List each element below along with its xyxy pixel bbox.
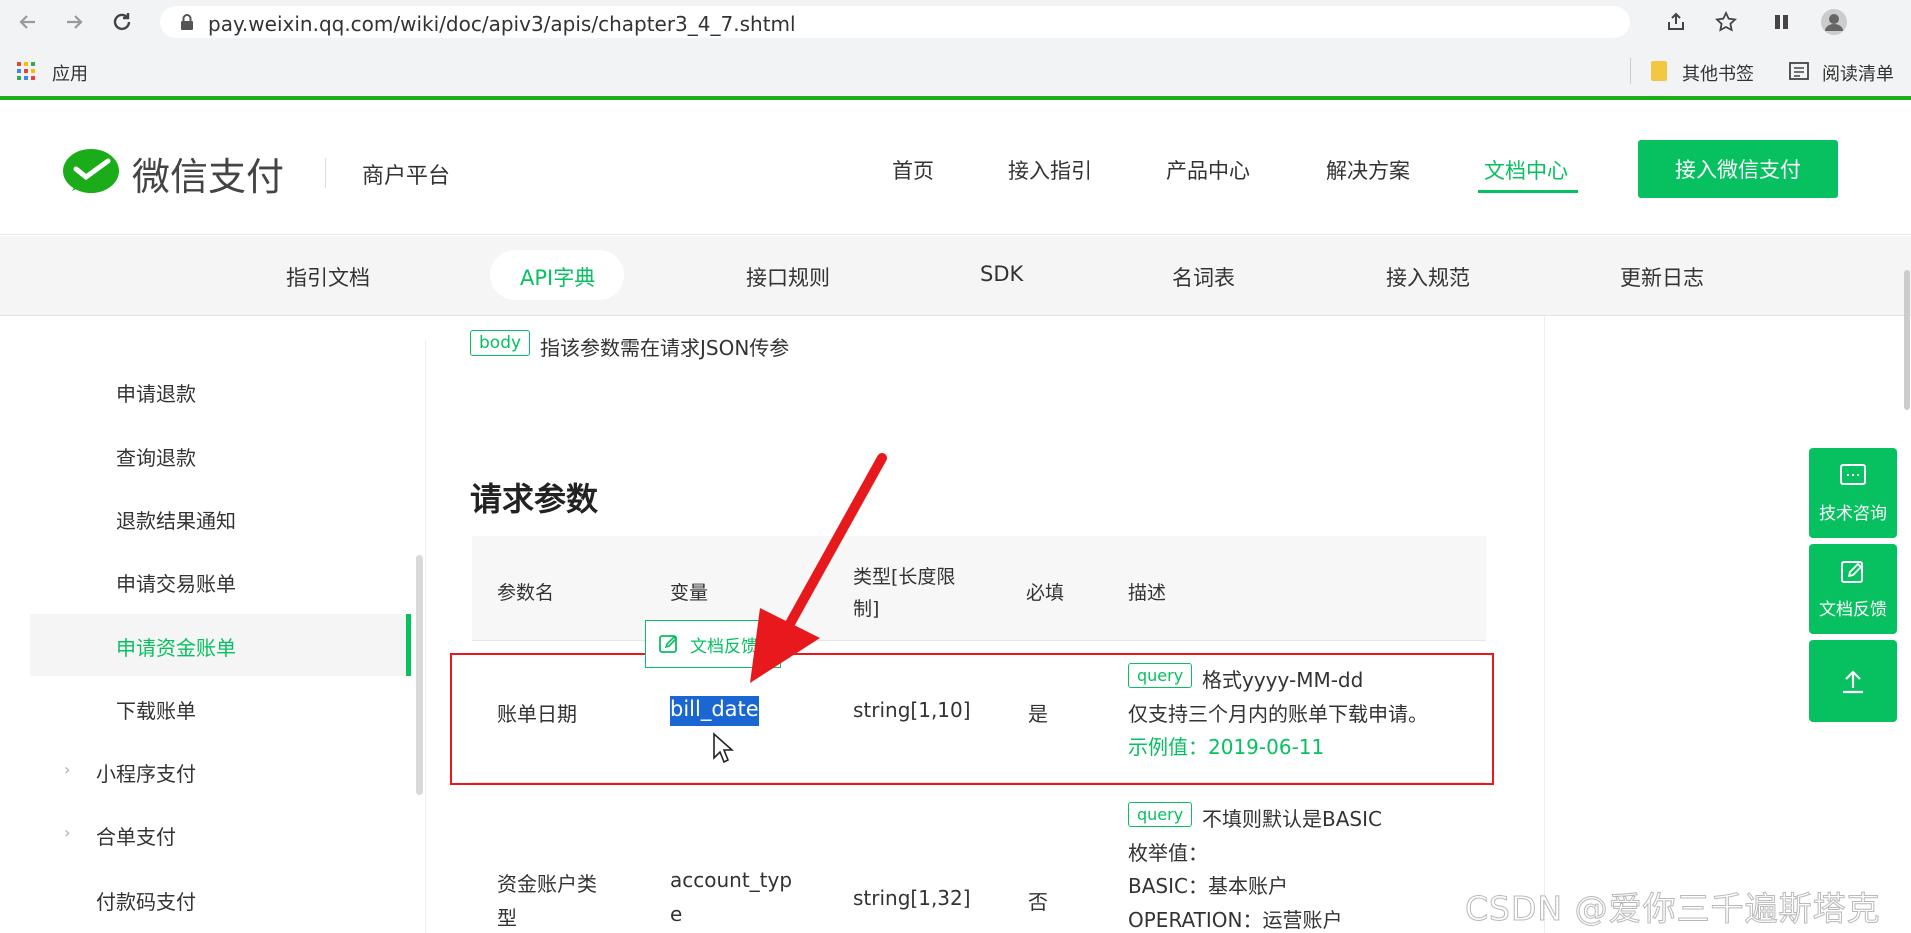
reading-list[interactable]: 阅读清单	[1822, 60, 1894, 86]
browser-chrome: pay.weixin.qq.com/wiki/doc/apiv3/apis/ch…	[0, 0, 1911, 100]
body-note: 指该参数需在请求JSON传参	[540, 336, 790, 360]
content-divider	[425, 340, 426, 933]
lock-icon[interactable]	[178, 13, 196, 31]
sidebar-item-code-pay[interactable]: 付款码支付	[96, 886, 196, 915]
forward-icon[interactable]	[60, 8, 88, 36]
other-bookmarks[interactable]: 其他书签	[1682, 60, 1754, 86]
tab-api-dictionary[interactable]: API字典	[520, 262, 595, 292]
url-text: pay.weixin.qq.com/wiki/doc/apiv3/apis/ch…	[208, 12, 796, 36]
tab-changelog[interactable]: 更新日志	[1620, 262, 1704, 292]
row2-type: string[1,32]	[853, 886, 971, 910]
section-title: 请求参数	[470, 480, 599, 518]
arrow-up-icon	[1843, 670, 1863, 694]
tech-consult-button[interactable]: 技术咨询	[1809, 448, 1897, 538]
profile-icon[interactable]	[1820, 8, 1848, 40]
row2-desc-enum: 枚举值：	[1128, 841, 1208, 865]
apps-label[interactable]: 应用	[52, 60, 88, 86]
tab-access-standards[interactable]: 接入规范	[1386, 262, 1470, 292]
apps-icon[interactable]	[16, 61, 36, 85]
mouse-cursor-icon	[713, 732, 734, 764]
nav-products[interactable]: 产品中心	[1166, 155, 1250, 185]
sidebar-item-trade-bill[interactable]: 申请交易账单	[116, 568, 236, 597]
tab-guide-docs[interactable]: 指引文档	[286, 262, 370, 292]
tech-consult-label: 技术咨询	[1819, 503, 1887, 524]
join-wechat-pay-button[interactable]: 接入微信支付	[1638, 140, 1838, 198]
back-to-top-button[interactable]	[1809, 640, 1897, 722]
edit-icon	[1841, 560, 1863, 583]
tab-api-rules[interactable]: 接口规则	[746, 262, 830, 292]
nav-docs[interactable]: 文档中心	[1484, 155, 1568, 185]
sidebar-item-query-refund[interactable]: 查询退款	[116, 442, 196, 471]
header-divider	[325, 158, 326, 188]
wechat-pay-logo-icon[interactable]	[62, 147, 120, 201]
extension-icon[interactable]	[1770, 10, 1794, 38]
edit-icon	[659, 635, 678, 653]
row2-required: 否	[1028, 890, 1048, 914]
bookmarks-bar: 应用 其他书签 阅读清单	[0, 54, 1911, 88]
page-scrollbar[interactable]	[1904, 270, 1910, 410]
row2-param-name-line2: 型	[497, 906, 517, 930]
sidebar-item-refund-notify[interactable]: 退款结果通知	[116, 505, 236, 534]
row-divider	[472, 640, 1486, 641]
star-icon[interactable]	[1714, 10, 1738, 38]
sidebar-item-mini-program-pay[interactable]: 小程序支付	[96, 758, 196, 787]
doc-feedback-button[interactable]: 文档反馈	[1809, 544, 1897, 634]
reading-list-icon[interactable]	[1788, 60, 1810, 86]
chevron-right-icon[interactable]: ›	[64, 760, 70, 779]
params-table-header	[472, 536, 1486, 640]
body-tag: body	[470, 330, 531, 356]
browser-toolbar: pay.weixin.qq.com/wiki/doc/apiv3/apis/ch…	[0, 0, 1911, 44]
row2-variable-line1: account_typ	[670, 868, 793, 892]
nav-active-underline	[1478, 190, 1578, 193]
row2-query-tag: query	[1128, 802, 1193, 827]
bookmarks-divider	[1630, 58, 1631, 84]
watermark: CSDN @爱你三千遍斯塔克	[1465, 889, 1881, 929]
right-divider	[1544, 316, 1545, 933]
row2-variable-line2: e	[670, 902, 683, 926]
th-required: 必填	[1026, 582, 1065, 604]
platform-label: 商户平台	[362, 164, 451, 189]
tab-glossary[interactable]: 名词表	[1172, 262, 1235, 292]
th-param-name: 参数名	[497, 582, 555, 604]
annotation-arrow-icon	[750, 453, 887, 683]
tab-sdk[interactable]: SDK	[980, 262, 1023, 286]
site-header	[0, 100, 1911, 235]
sidebar-item-combined-pay[interactable]: 合单支付	[96, 821, 176, 850]
sidebar-item-apply-refund[interactable]: 申请退款	[116, 378, 196, 407]
share-icon[interactable]	[1664, 10, 1688, 38]
sidebar-item-fund-bill[interactable]: 申请资金账单	[116, 632, 236, 661]
sidebar-active-indicator	[406, 614, 411, 676]
row2-desc-operation: OPERATION：运营账户	[1128, 908, 1343, 932]
doc-feedback-label: 文档反馈	[1819, 599, 1887, 620]
row2-desc-basic: BASIC：基本账户	[1128, 874, 1288, 898]
back-icon[interactable]	[14, 8, 42, 36]
nav-solutions[interactable]: 解决方案	[1326, 155, 1410, 185]
folder-icon[interactable]	[1650, 60, 1668, 86]
th-description: 描述	[1128, 582, 1167, 604]
address-bar[interactable]: pay.weixin.qq.com/wiki/doc/apiv3/apis/ch…	[160, 6, 1630, 38]
chat-icon	[1840, 463, 1866, 485]
row2-desc-default: 不填则默认是BASIC	[1202, 807, 1382, 831]
reload-icon[interactable]	[108, 8, 136, 36]
row2-param-name-line1: 资金账户类	[497, 872, 597, 896]
annotation-highlight-box	[450, 653, 1494, 785]
nav-home[interactable]: 首页	[892, 155, 934, 185]
brand-name[interactable]: 微信支付	[132, 146, 284, 201]
nav-guide[interactable]: 接入指引	[1008, 155, 1092, 185]
doc-subnav: 指引文档 API字典 接口规则 SDK 名词表 接入规范 更新日志	[0, 236, 1911, 316]
sidebar-scrollbar[interactable]	[416, 555, 423, 795]
chevron-right-icon[interactable]: ›	[64, 823, 70, 842]
th-variable: 变量	[670, 582, 709, 604]
sidebar-item-download-bill[interactable]: 下载账单	[116, 695, 196, 724]
